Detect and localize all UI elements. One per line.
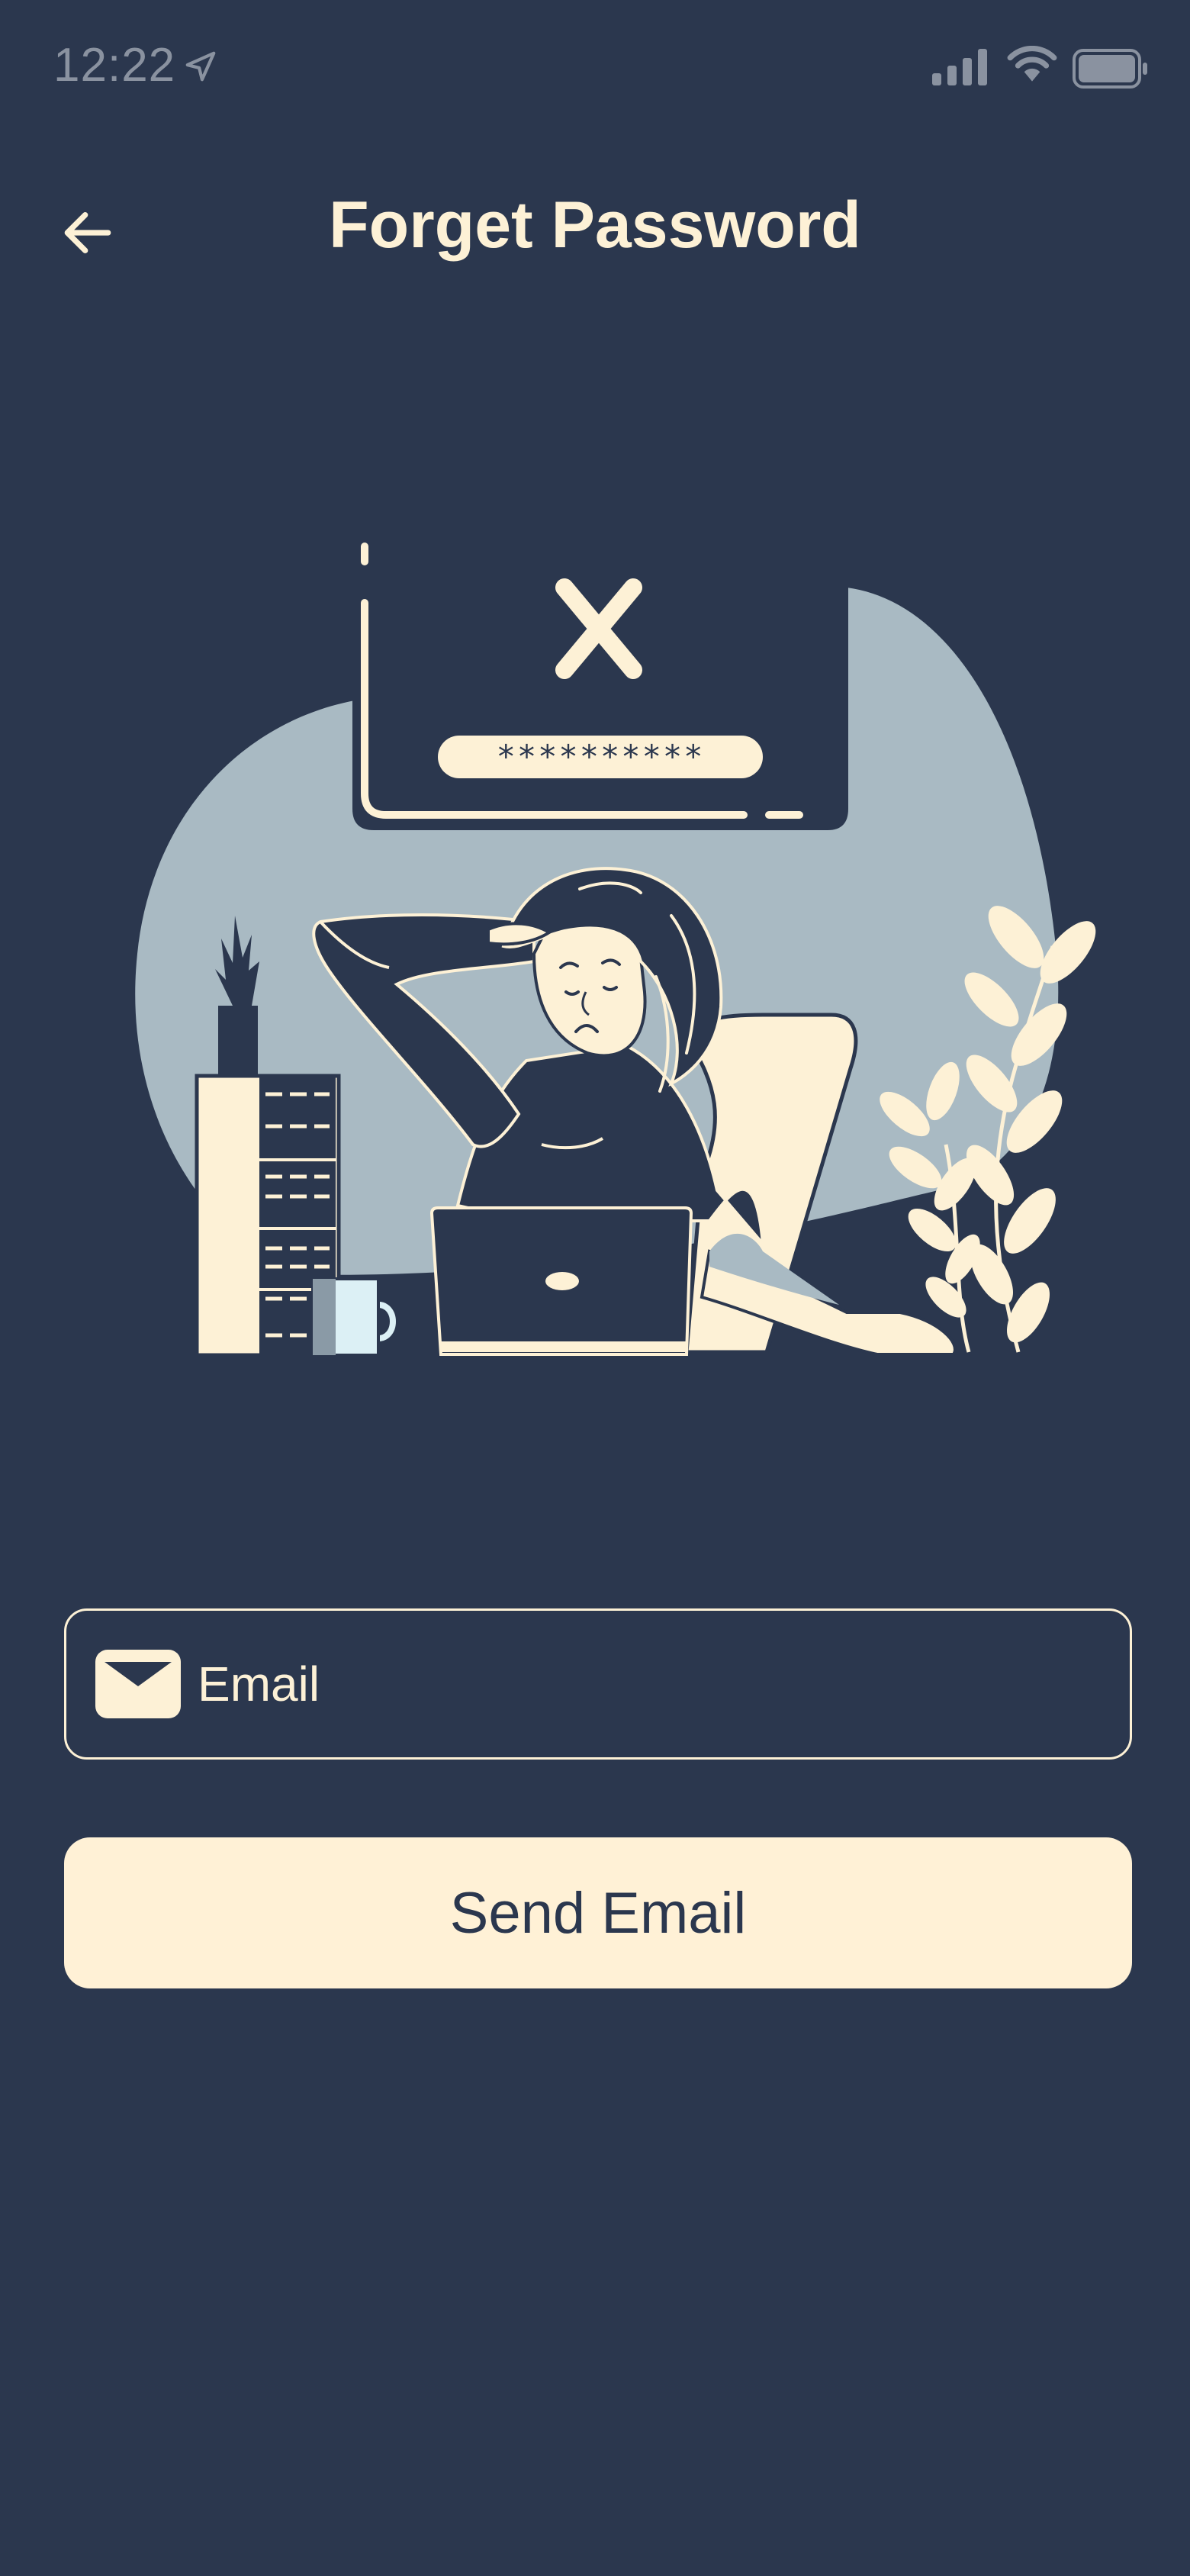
envelope-icon xyxy=(95,1650,181,1718)
email-field[interactable] xyxy=(64,1608,1132,1760)
forget-password-screen: 12:22 Forget Password ********** Email S… xyxy=(0,0,1190,2576)
battery-icon xyxy=(1073,49,1147,89)
back-button[interactable] xyxy=(46,191,130,275)
status-time: 12:22 xyxy=(53,39,176,92)
forgot-password-illustration: ********** xyxy=(135,543,1096,1357)
location-arrow-icon xyxy=(185,51,216,82)
email-input[interactable] xyxy=(198,1638,1130,1730)
cell-signal-icon xyxy=(932,49,987,85)
page-title: Forget Password xyxy=(329,188,861,262)
coffee-mug xyxy=(311,1277,396,1357)
laptop xyxy=(429,1206,693,1356)
send-email-button[interactable]: Send Email xyxy=(64,1837,1132,1988)
password-mask: ********** xyxy=(497,738,705,775)
arrow-left-icon xyxy=(64,212,111,253)
wifi-icon xyxy=(1007,46,1057,82)
password-window: ********** xyxy=(352,543,848,830)
status-bar: 12:22 xyxy=(0,0,1190,137)
